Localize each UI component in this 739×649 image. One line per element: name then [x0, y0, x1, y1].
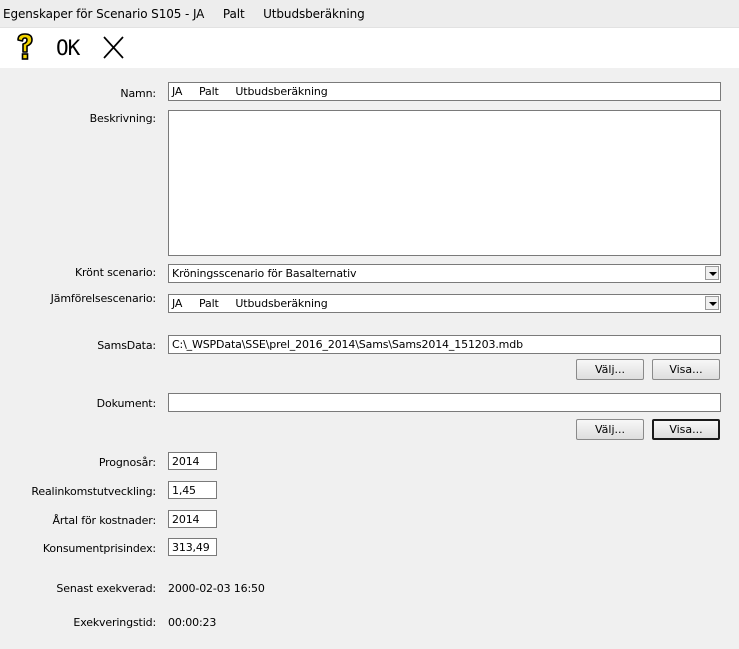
kront-scenario-label: Krönt scenario:: [74, 266, 156, 279]
realinkomstutveckling-input[interactable]: 1,45: [168, 481, 217, 499]
help-button[interactable]: [10, 28, 40, 66]
dokument-label: Dokument:: [96, 397, 156, 410]
artal-kostnader-input[interactable]: 2014: [168, 510, 217, 528]
dokument-visa-button[interactable]: Visa...: [652, 419, 720, 440]
prognosar-input[interactable]: 2014: [168, 452, 217, 470]
ok-label: OK: [56, 36, 80, 60]
beskrivning-textarea[interactable]: [168, 110, 721, 256]
close-button[interactable]: [100, 28, 128, 66]
dokument-input[interactable]: [168, 393, 721, 412]
samsdata-visa-button[interactable]: Visa...: [652, 359, 720, 380]
window-title: Egenskaper för Scenario S105 - JA Palt U…: [3, 7, 365, 21]
chevron-down-icon[interactable]: [705, 266, 719, 280]
toolbar: OK: [0, 28, 739, 68]
jamforelsescenario-label: Jämförelsescenario:: [50, 292, 156, 305]
artal-kostnader-label: Årtal för kostnader:: [52, 514, 156, 527]
kront-scenario-value: Kröningsscenario för Basalternativ: [172, 267, 357, 280]
realinkomstutveckling-label: Realinkomstutveckling:: [31, 485, 156, 498]
prognosar-label: Prognosår:: [98, 456, 156, 469]
title-bar: Egenskaper för Scenario S105 - JA Palt U…: [0, 0, 739, 28]
senast-exekverad-value: 2000-02-03 16:50: [168, 582, 265, 595]
samsdata-input[interactable]: C:\_WSPData\SSE\prel_2016_2014\Sams\Sams…: [168, 335, 721, 354]
senast-exekverad-label: Senast exekverad:: [56, 582, 156, 595]
namn-label: Namn:: [120, 87, 156, 100]
exekveringstid-label: Exekveringstid:: [73, 616, 156, 629]
jamforelsescenario-value: JA Palt Utbudsberäkning: [172, 297, 328, 310]
help-icon: [17, 33, 33, 60]
kront-scenario-select[interactable]: Kröningsscenario för Basalternativ: [168, 264, 721, 283]
chevron-down-icon[interactable]: [705, 296, 719, 310]
dokument-valj-button[interactable]: Välj...: [576, 419, 644, 440]
konsumentprisindex-label: Konsumentprisindex:: [42, 542, 156, 555]
ok-button[interactable]: OK: [52, 28, 88, 66]
namn-input[interactable]: JA Palt Utbudsberäkning: [168, 82, 721, 101]
close-icon: [103, 36, 124, 59]
konsumentprisindex-input[interactable]: 313,49: [168, 538, 217, 556]
exekveringstid-value: 00:00:23: [168, 616, 217, 629]
jamforelsescenario-select[interactable]: JA Palt Utbudsberäkning: [168, 294, 721, 313]
samsdata-valj-button[interactable]: Välj...: [576, 359, 644, 380]
samsdata-label: SamsData:: [97, 339, 156, 352]
beskrivning-label: Beskrivning:: [89, 112, 157, 125]
